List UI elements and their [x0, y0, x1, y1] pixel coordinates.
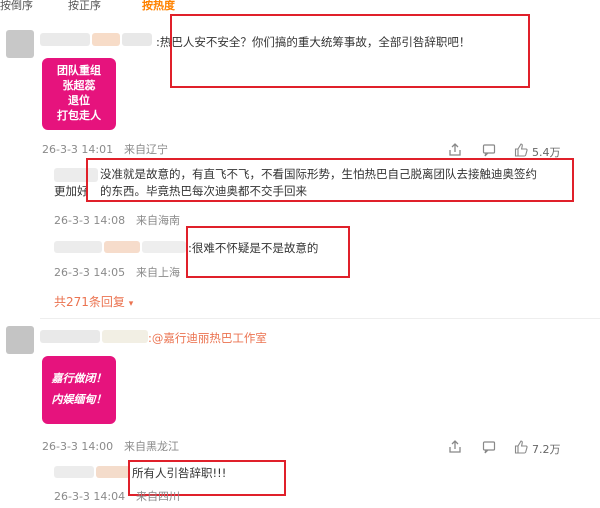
share-icon[interactable]: [448, 440, 462, 454]
timestamp: 26-3-3 14:05: [54, 266, 126, 279]
card-line: 嘉行做闭！: [51, 372, 107, 385]
like-icon[interactable]: [514, 143, 528, 157]
card-line: 打包走人: [57, 109, 101, 122]
location: 来自四川: [136, 490, 180, 503]
reply-text-prefix: 更加好: [54, 184, 89, 198]
avatar[interactable]: [6, 30, 34, 58]
comment-icon[interactable]: [482, 440, 496, 454]
location: 来自海南: [136, 214, 180, 227]
reply-text: 的东西。毕竟热巴每次迪奥都不交手回来: [100, 184, 307, 198]
comment-icon[interactable]: [482, 143, 496, 157]
sort-tab-hot[interactable]: 按热度: [142, 0, 175, 12]
reply-avatar: [54, 168, 98, 182]
card-line: 内娱缅甸！: [51, 393, 107, 406]
timestamp: 26-3-3 14:08: [54, 214, 126, 227]
username-blur: [92, 33, 120, 46]
timestamp: 26-3-3 14:01: [42, 143, 114, 156]
reply-avatar: [54, 466, 94, 478]
reply-avatar: [54, 241, 102, 253]
username-blur: [96, 466, 130, 478]
card-line: 退位: [68, 94, 90, 107]
mention-link[interactable]: :@嘉行迪丽热巴工作室: [148, 331, 267, 345]
card-line: 团队重组: [57, 64, 101, 77]
share-icon[interactable]: [448, 143, 462, 157]
like-count: 7.2万: [532, 443, 561, 456]
comment-text: :热巴人安不安全？你们搞的重大统筹事故，全部引咎辞职吧！: [156, 35, 471, 49]
divider: [40, 318, 600, 319]
sort-bar: 按倒序 按正序 按热度: [0, 0, 600, 14]
image-card[interactable]: 嘉行做闭！ 内娱缅甸！: [42, 356, 116, 424]
username-blur: [104, 241, 140, 253]
sort-tab-desc[interactable]: 按倒序: [0, 0, 33, 12]
location: 来自辽宁: [124, 143, 168, 156]
timestamp: 26-3-3 14:00: [42, 440, 114, 453]
image-card[interactable]: 团队重组 张超蕊 退位 打包走人: [42, 58, 116, 130]
username-blur: [122, 33, 152, 46]
avatar[interactable]: [6, 326, 34, 354]
username-blur: [142, 241, 186, 253]
sort-tab-asc[interactable]: 按正序: [68, 0, 101, 12]
chevron-down-icon: ▾: [128, 299, 134, 309]
mention-text: :@嘉行迪丽热巴工作室: [148, 331, 267, 345]
location: 来自黑龙江: [124, 440, 179, 453]
username-blur: [102, 330, 148, 343]
reply-text: 所有人引咎辞职!!!: [132, 466, 227, 480]
username-blur: [40, 330, 100, 343]
reply-text: :很难不怀疑是不是故意的: [188, 241, 319, 255]
like-icon[interactable]: [514, 440, 528, 454]
timestamp: 26-3-3 14:04: [54, 490, 126, 503]
highlight-box: [170, 14, 530, 88]
like-count: 5.4万: [532, 146, 561, 159]
reply-text: 没准就是故意的，有直飞不飞，不看国际形势，生怕热巴自己脱离团队去接触迪奥签约: [100, 167, 537, 181]
card-line: 张超蕊: [62, 79, 96, 92]
view-replies-link[interactable]: 共271条回复 ▾: [54, 293, 133, 310]
username-blur: [40, 33, 90, 46]
location: 来自上海: [136, 266, 180, 279]
reply-total: 共271条回复: [54, 295, 125, 309]
